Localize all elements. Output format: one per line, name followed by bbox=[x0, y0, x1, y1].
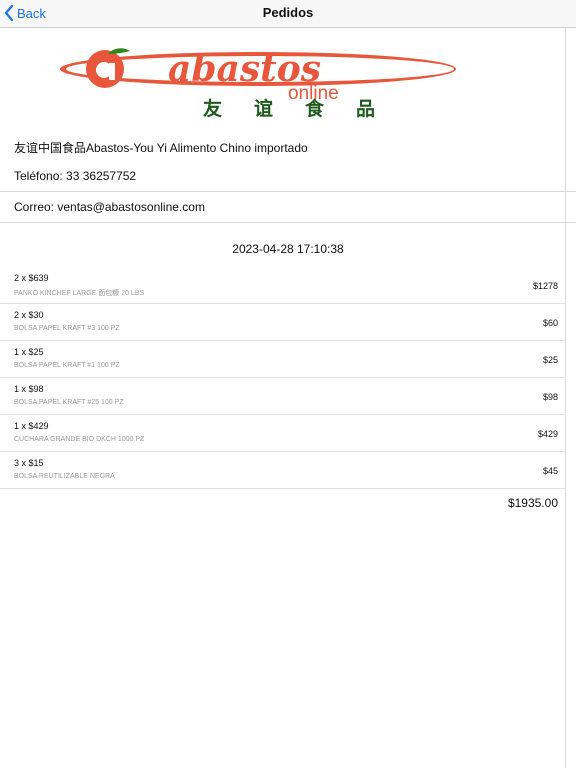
order-item: 1 x $429 CUCHARA GRANDE BIO DKCH 1000 PZ… bbox=[0, 415, 566, 452]
item-description: BOLSA PAPEL KRAFT #25 100 PZ bbox=[14, 399, 124, 406]
item-quantity-price: 3 x $15 bbox=[14, 458, 44, 468]
page-title: Pedidos bbox=[262, 5, 314, 20]
store-email: Correo: ventas@abastosonline.com bbox=[14, 200, 205, 214]
item-description: BOLSA REUTILIZABLE NEGRA bbox=[14, 473, 115, 480]
item-subtotal: $25 bbox=[542, 355, 558, 365]
order-total: $1935.00 bbox=[507, 496, 558, 510]
store-name: 友谊中国食品Abastos-You Yi Alimento Chino impo… bbox=[14, 141, 308, 155]
navigation-bar: Back Pedidos bbox=[0, 0, 576, 28]
order-datetime: 2023-04-28 17:10:38 bbox=[232, 242, 344, 256]
order-item: 2 x $30 BOLSA PAPEL KRAFT #3 100 PZ $60 bbox=[0, 304, 566, 341]
item-description: PANKO KINCHEF LARGE 面包糠 20 LBS bbox=[14, 290, 145, 297]
order-item: 3 x $15 BOLSA REUTILIZABLE NEGRA $45 bbox=[0, 452, 566, 489]
divider bbox=[0, 222, 576, 223]
order-item: 1 x $25 BOLSA PAPEL KRAFT #1 100 PZ $25 bbox=[0, 341, 566, 378]
order-items-list: 2 x $639 PANKO KINCHEF LARGE 面包糠 20 LBS … bbox=[0, 267, 566, 489]
item-description: CUCHARA GRANDE BIO DKCH 1000 PZ bbox=[14, 436, 145, 443]
abastos-logo: abastos online 友谊食品 bbox=[58, 45, 508, 120]
item-subtotal: $429 bbox=[537, 429, 558, 439]
order-item: 1 x $98 BOLSA PAPEL KRAFT #25 100 PZ $98 bbox=[0, 378, 566, 415]
item-quantity-price: 1 x $98 bbox=[14, 384, 44, 394]
store-phone: Teléfono: 33 36257752 bbox=[14, 169, 137, 183]
order-item: 2 x $639 PANKO KINCHEF LARGE 面包糠 20 LBS … bbox=[0, 267, 566, 304]
item-subtotal: $98 bbox=[542, 392, 558, 402]
logo-chinese-text: 友谊食品 bbox=[203, 97, 407, 120]
item-quantity-price: 2 x $639 bbox=[14, 273, 49, 283]
item-quantity-price: 1 x $25 bbox=[14, 347, 44, 357]
divider bbox=[0, 191, 576, 192]
item-subtotal: $45 bbox=[542, 466, 558, 476]
item-quantity-price: 1 x $429 bbox=[14, 421, 49, 431]
item-subtotal: $60 bbox=[542, 318, 558, 328]
item-subtotal: $1278 bbox=[532, 281, 558, 291]
item-description: BOLSA PAPEL KRAFT #1 100 PZ bbox=[14, 362, 120, 369]
item-quantity-price: 2 x $30 bbox=[14, 310, 44, 320]
item-description: BOLSA PAPEL KRAFT #3 100 PZ bbox=[14, 325, 120, 332]
